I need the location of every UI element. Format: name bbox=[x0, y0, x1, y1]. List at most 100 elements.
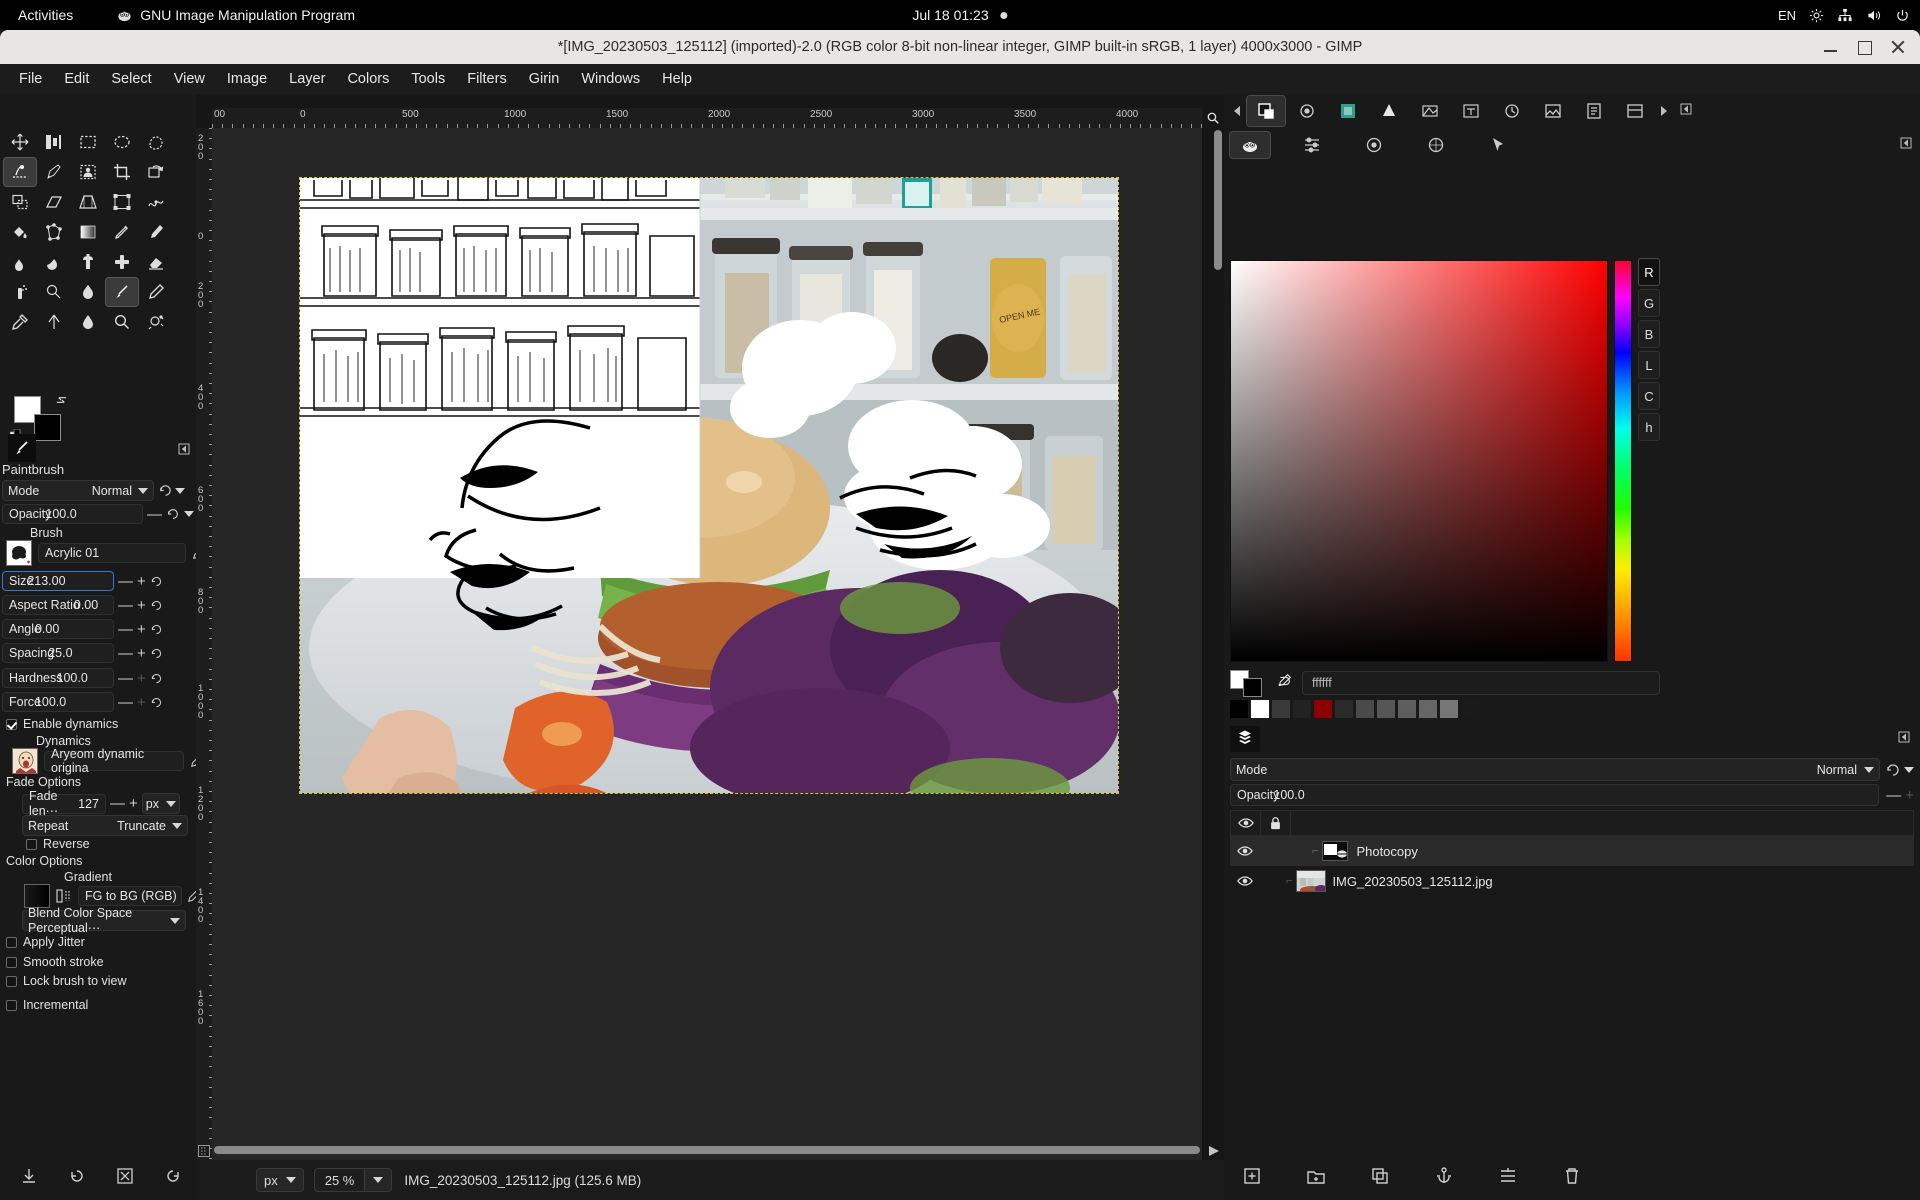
tool-warp-transform-tool[interactable] bbox=[140, 188, 172, 216]
hardness-stepper[interactable]: — + bbox=[118, 671, 163, 686]
force-slider[interactable]: Force 100.0 bbox=[2, 692, 114, 712]
repeat-combo[interactable]: Repeat Truncate bbox=[22, 815, 188, 836]
mode-reset-button[interactable] bbox=[158, 483, 185, 498]
palette-swatch-11[interactable] bbox=[1461, 700, 1479, 718]
tab-paths-dialog[interactable] bbox=[1370, 96, 1408, 126]
maximize-button[interactable] bbox=[1857, 40, 1872, 55]
swap-colors-icon[interactable] bbox=[55, 394, 68, 410]
tool-unified-transform-tool[interactable] bbox=[106, 188, 138, 216]
color-history-palette[interactable] bbox=[1230, 700, 1479, 718]
incremental-checkbox[interactable]: Incremental bbox=[6, 998, 88, 1012]
power-icon[interactable] bbox=[1895, 8, 1910, 23]
tool-move-tool[interactable] bbox=[4, 128, 36, 156]
tool-gradient-tool[interactable] bbox=[72, 218, 104, 246]
menu-colors[interactable]: Colors bbox=[336, 67, 400, 91]
zoom-image-icon[interactable] bbox=[1204, 108, 1222, 128]
apply-jitter-checkbox[interactable]: Apply Jitter bbox=[6, 935, 85, 949]
tool-smudge-tool[interactable] bbox=[4, 248, 36, 276]
menu-bar[interactable]: File Edit Select View Image Layer Colors… bbox=[0, 64, 1920, 94]
tab-patterns-dialog[interactable] bbox=[1329, 96, 1367, 126]
aspect-ratio-stepper[interactable]: — + bbox=[118, 598, 163, 613]
tool-options-bottom-buttons[interactable] bbox=[0, 1156, 196, 1200]
tool-fuzzy-select-tool[interactable] bbox=[3, 157, 37, 187]
size-stepper[interactable]: — + bbox=[118, 574, 163, 589]
visibility-column-header[interactable] bbox=[1231, 811, 1261, 835]
layer-opacity-slider[interactable]: Opacity 100.0 bbox=[1230, 784, 1880, 806]
palette-swatch-6[interactable] bbox=[1356, 700, 1374, 718]
color-gradient-area[interactable] bbox=[1230, 260, 1608, 662]
lock-column-header[interactable] bbox=[1261, 811, 1291, 835]
checkbox-icon[interactable] bbox=[6, 936, 17, 948]
palette-swatch-0[interactable] bbox=[1230, 700, 1248, 718]
tool-perspective-tool[interactable] bbox=[72, 188, 104, 216]
palette-swatch-10[interactable] bbox=[1440, 700, 1458, 718]
enable-dynamics-checkbox[interactable]: Enable dynamics bbox=[6, 717, 118, 731]
brush-name-field[interactable]: Acrylic 01 bbox=[38, 543, 186, 563]
gradient-preview[interactable] bbox=[24, 884, 50, 908]
checkbox-icon[interactable] bbox=[6, 999, 17, 1011]
image-canvas[interactable]: OPEN ME bbox=[299, 177, 1119, 794]
hardness-slider[interactable]: Hardness 100.0 bbox=[2, 668, 114, 688]
unit-combo[interactable]: px bbox=[256, 1168, 304, 1192]
tool-mypaint-brush-tool[interactable] bbox=[38, 248, 70, 276]
tab-color-dialog[interactable] bbox=[1229, 131, 1271, 159]
dock-tab-row-top[interactable] bbox=[1230, 94, 1914, 128]
tool-dodge-burn-tool[interactable] bbox=[38, 278, 70, 306]
horizontal-ruler[interactable]: 00 0 500 1000 1500 2000 2500 3000 3500 4… bbox=[212, 108, 1202, 128]
checkbox-icon[interactable] bbox=[6, 975, 17, 987]
menu-select[interactable]: Select bbox=[100, 67, 162, 91]
duplicate-layer-icon[interactable] bbox=[1370, 1166, 1390, 1191]
menu-help[interactable]: Help bbox=[651, 67, 703, 91]
new-layer-icon[interactable] bbox=[1242, 1166, 1262, 1191]
menu-file[interactable]: File bbox=[8, 67, 53, 91]
active-app-indicator[interactable]: GNU Image Manipulation Program bbox=[87, 7, 355, 23]
restore-tool-preset-icon[interactable] bbox=[68, 1167, 86, 1190]
spacing-stepper[interactable]: — + bbox=[118, 646, 163, 661]
channel-button-l[interactable]: L bbox=[1638, 351, 1660, 379]
tab-gradients-dialog[interactable] bbox=[1411, 96, 1449, 126]
tool-color-picker-tool[interactable] bbox=[4, 308, 36, 336]
palette-swatch-4[interactable] bbox=[1314, 700, 1332, 718]
tool-measure-tool[interactable] bbox=[38, 308, 70, 336]
canvas-quickmask-toggle[interactable] bbox=[198, 1144, 210, 1157]
dock-scroll-right-icon[interactable] bbox=[1657, 105, 1671, 117]
menu-layer[interactable]: Layer bbox=[278, 67, 336, 91]
tool-crop-tool[interactable] bbox=[106, 158, 138, 186]
spacing-slider[interactable]: Spacing 25.0 bbox=[2, 643, 114, 663]
tab-pointer-dialog[interactable] bbox=[1478, 132, 1518, 158]
opacity-slider[interactable]: Opacity 100.0 bbox=[2, 504, 143, 524]
tab-images-dialog[interactable] bbox=[1534, 96, 1572, 126]
dock-fg-bg-swatch[interactable] bbox=[1230, 670, 1266, 697]
tool-pen-tool[interactable] bbox=[140, 278, 172, 306]
menu-girin[interactable]: Girin bbox=[518, 67, 571, 91]
window-title-bar[interactable]: *[IMG_20230503_125112] (imported)-2.0 (R… bbox=[0, 30, 1920, 64]
tab-device-status-dialog[interactable] bbox=[1354, 132, 1394, 158]
fade-length-unit-combo[interactable]: px bbox=[141, 793, 180, 814]
zoom-level-input[interactable]: 25 % bbox=[313, 1168, 366, 1192]
menu-view[interactable]: View bbox=[163, 67, 216, 91]
dock-scroll-left-icon[interactable] bbox=[1230, 105, 1244, 117]
tool-options-collapse-icon[interactable] bbox=[178, 442, 190, 460]
vertical-ruler[interactable]: 2 0 0 0 2 0 0 4 0 0 6 0 0 8 0 0 1 0 0 0 … bbox=[196, 128, 212, 1160]
tool-pencil-tool[interactable] bbox=[106, 218, 138, 246]
palette-swatch-7[interactable] bbox=[1377, 700, 1395, 718]
layer-mode-reset-button[interactable] bbox=[1885, 762, 1914, 778]
minimize-button[interactable] bbox=[1823, 40, 1838, 55]
navigate-canvas-icon[interactable] bbox=[1206, 1142, 1222, 1160]
tool-airbrush-tool[interactable] bbox=[4, 278, 36, 306]
delete-tool-preset-icon[interactable] bbox=[116, 1167, 134, 1190]
tab-undo-history-dialog[interactable] bbox=[1616, 96, 1654, 126]
tool-zoom-tool[interactable] bbox=[106, 308, 138, 336]
layer-expander-icon[interactable]: ⌐ bbox=[1286, 875, 1292, 887]
dock-tab-row-second[interactable] bbox=[1229, 130, 1914, 160]
tool-free-select-tool[interactable] bbox=[140, 128, 172, 156]
tab-brushes-dialog[interactable] bbox=[1288, 96, 1326, 126]
tool-blur-sharpen-tool[interactable] bbox=[72, 278, 104, 306]
layer-opacity-stepper[interactable]: — + bbox=[1886, 788, 1914, 803]
activities-button[interactable]: Activities bbox=[0, 7, 87, 23]
angle-stepper[interactable]: — + bbox=[118, 622, 163, 637]
aspect-ratio-slider[interactable]: Aspect Ratio 0.00 bbox=[2, 595, 114, 615]
brush-preview-thumbnail[interactable] bbox=[6, 540, 32, 566]
window-controls[interactable] bbox=[1823, 40, 1906, 55]
tool-cage-transform-tool[interactable] bbox=[38, 218, 70, 246]
